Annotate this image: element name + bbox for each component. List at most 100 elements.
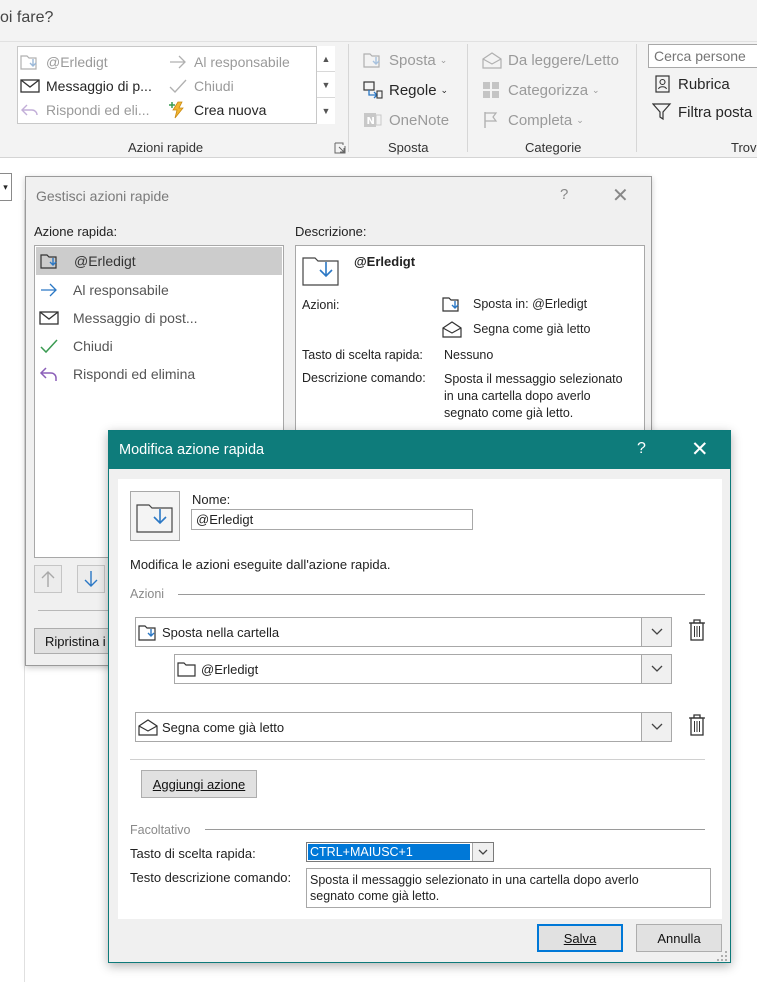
- ribbon-separator: [348, 44, 349, 152]
- search-people-input[interactable]: [648, 44, 757, 68]
- tell-me-search[interactable]: oi fare?: [0, 9, 53, 27]
- tooltip-textarea[interactable]: Sposta il messaggio selezionato in una c…: [306, 868, 711, 908]
- close-button[interactable]: ✕: [612, 183, 629, 208]
- arrow-down-icon: [83, 570, 99, 588]
- list-item[interactable]: Messaggio di post...: [35, 304, 283, 332]
- checkmark-icon: [168, 78, 194, 94]
- gallery-more-icon[interactable]: ▼: [317, 98, 335, 124]
- gallery-down-icon[interactable]: ▼: [317, 72, 335, 98]
- categorize-button[interactable]: Categorizza ⌄: [482, 76, 619, 104]
- shortcut-key: Tasto di scelta rapida:: [302, 348, 423, 362]
- move-button[interactable]: Sposta ⌄: [363, 46, 449, 74]
- delete-action-button[interactable]: [688, 714, 706, 736]
- dialog-title: Gestisci azioni rapide: [36, 188, 170, 204]
- tell-me-bar: oi fare?: [0, 0, 757, 42]
- quick-step-erledigt[interactable]: @Erledigt: [20, 50, 168, 74]
- group-label-move: Sposta: [388, 140, 429, 155]
- list-label: Azione rapida:: [34, 224, 118, 239]
- read-unread-button[interactable]: Da leggere/Letto: [482, 46, 619, 74]
- lightning-new-icon: [168, 101, 194, 119]
- address-book-button[interactable]: Rubrica: [654, 70, 730, 98]
- list-item-label: @Erledigt: [74, 253, 136, 269]
- left-dropdown[interactable]: ▾: [0, 173, 12, 201]
- tooltip-key: Descrizione comando:: [302, 371, 426, 385]
- add-action-button[interactable]: Aggiungi azione: [141, 770, 257, 798]
- onenote-icon: N: [363, 111, 389, 129]
- cancel-button-label: Annulla: [657, 930, 701, 946]
- onenote-button[interactable]: N OneNote: [363, 106, 449, 134]
- quick-step-reply-delete[interactable]: Rispondi ed eli...: [20, 98, 168, 122]
- trash-icon: [688, 619, 706, 641]
- list-item[interactable]: Chiudi: [35, 332, 283, 360]
- envelope-icon: [39, 310, 73, 326]
- folder-move-icon: [20, 53, 46, 71]
- rules-button[interactable]: Regole ⌄: [363, 76, 449, 104]
- shortcut-value: CTRL+MAIUSC+1: [308, 844, 470, 860]
- group-label-tags: Categorie: [525, 140, 582, 155]
- folder-move-icon: [138, 622, 158, 642]
- gallery-scroll[interactable]: ▲ ▼ ▼: [316, 46, 335, 124]
- cancel-button[interactable]: Annulla: [636, 924, 722, 952]
- envelope-open-icon: [482, 51, 508, 69]
- reply-delete-icon: [20, 102, 46, 118]
- ribbon-separator: [467, 44, 468, 152]
- group-label-quick-steps: Azioni rapide: [128, 140, 204, 155]
- help-button[interactable]: ?: [560, 186, 568, 203]
- list-item[interactable]: Al responsabile: [35, 276, 283, 304]
- folder-select[interactable]: @Erledigt: [174, 654, 672, 684]
- move-label: Sposta: [389, 51, 436, 69]
- folder-select-value: @Erledigt: [201, 662, 259, 677]
- chevron-down-icon[interactable]: [641, 654, 672, 684]
- edit-panel: Nome: @Erledigt Modifica le azioni esegu…: [118, 479, 722, 919]
- description-name: @Erledigt: [354, 254, 416, 269]
- filter-email-button[interactable]: Filtra posta e: [652, 98, 757, 126]
- quick-step-label: Al responsabile: [194, 54, 290, 70]
- name-input[interactable]: @Erledigt: [191, 509, 473, 530]
- quick-step-done[interactable]: Chiudi: [168, 74, 328, 98]
- address-book-icon: [654, 75, 678, 93]
- action-select-move[interactable]: Sposta nella cartella: [135, 617, 672, 647]
- quick-step-message[interactable]: Messaggio di p...: [20, 74, 168, 98]
- quick-step-icon-button[interactable]: [130, 491, 180, 541]
- svg-text:N: N: [367, 116, 375, 127]
- move-up-button[interactable]: [34, 565, 62, 593]
- rules-icon: [363, 81, 389, 99]
- followup-button[interactable]: Completa ⌄: [482, 106, 619, 134]
- tooltip-line: Sposta il messaggio selezionato in una c…: [310, 873, 639, 887]
- list-item-label: Rispondi ed elimina: [73, 366, 196, 382]
- list-item-label: Messaggio di post...: [73, 310, 198, 326]
- chevron-down-icon[interactable]: [641, 617, 672, 647]
- categorize-icon: [482, 81, 508, 99]
- envelope-open-icon: [442, 320, 462, 338]
- chevron-down-icon: ⌄: [592, 84, 600, 95]
- chevron-down-icon[interactable]: [641, 712, 672, 742]
- list-item[interactable]: @Erledigt: [36, 247, 282, 275]
- dialog-launcher-icon[interactable]: [334, 142, 346, 154]
- action-select-mark-read[interactable]: Segna come già letto: [135, 712, 672, 742]
- description-action-move: Sposta in: @Erledigt: [442, 295, 587, 313]
- description-action-label: Sposta in: @Erledigt: [473, 297, 588, 311]
- move-down-button[interactable]: [77, 565, 105, 593]
- save-button[interactable]: Salva: [537, 924, 623, 952]
- optional-section-label: Facoltativo: [130, 823, 191, 837]
- quick-step-create-new[interactable]: Crea nuova: [168, 98, 328, 122]
- gallery-up-icon[interactable]: ▲: [317, 46, 335, 72]
- quick-step-label: Messaggio di p...: [46, 78, 152, 94]
- quick-step-to-manager[interactable]: Al responsabile: [168, 50, 328, 74]
- arrow-up-icon: [40, 570, 56, 588]
- divider: [130, 759, 705, 760]
- address-book-label: Rubrica: [678, 75, 730, 93]
- delete-action-button[interactable]: [688, 619, 706, 641]
- chevron-down-icon[interactable]: [472, 843, 493, 861]
- help-button[interactable]: ?: [637, 440, 646, 458]
- section-divider: [178, 594, 705, 595]
- folder-move-large-icon: [302, 252, 340, 286]
- list-item[interactable]: Rispondi ed elimina: [35, 360, 283, 388]
- group-label-find: Trova: [731, 140, 757, 155]
- folder-icon: [177, 660, 197, 678]
- resize-grip-icon[interactable]: [716, 950, 728, 962]
- actions-key: Azioni:: [302, 298, 340, 312]
- shortcut-value: Nessuno: [444, 348, 494, 362]
- shortcut-select[interactable]: CTRL+MAIUSC+1: [306, 842, 494, 862]
- close-button[interactable]: ✕: [691, 437, 709, 462]
